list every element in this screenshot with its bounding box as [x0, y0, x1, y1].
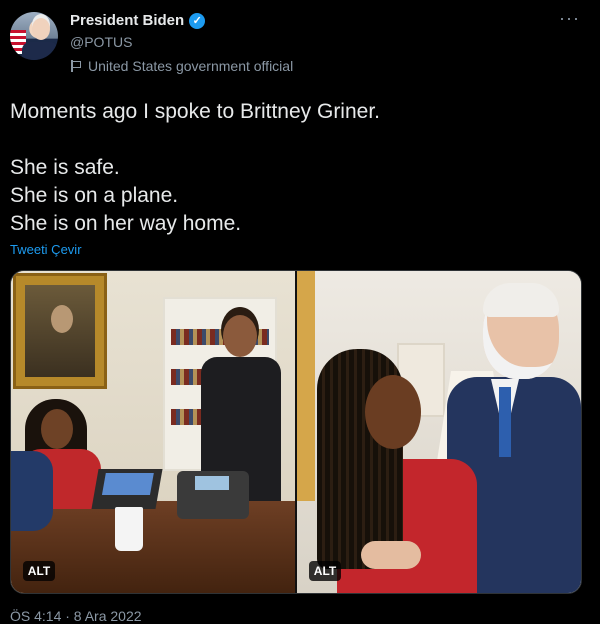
tweet-text-line-2: She is safe.	[10, 156, 120, 179]
photo-embrace[interactable]: ALT	[297, 271, 581, 593]
translate-tweet-link[interactable]: Tweeti Çevir	[10, 242, 82, 257]
author-avatar[interactable]	[10, 12, 58, 60]
tweet-text-line-1: Moments ago I spoke to Brittney Griner.	[10, 100, 381, 123]
alt-text-button-1[interactable]: ALT	[23, 561, 55, 581]
verified-badge-icon: ✓	[189, 12, 206, 29]
affiliation-label: United States government official	[70, 58, 293, 74]
photo-oval-office-phone-call[interactable]: ALT	[11, 271, 295, 593]
portrait-painting	[13, 273, 107, 389]
laptop	[91, 469, 163, 509]
media-grid: ALT ALT	[10, 270, 582, 594]
tweet-text-line-3: She is on a plane.	[10, 184, 179, 207]
more-options-icon[interactable]: ···	[559, 8, 580, 29]
desk-phone	[177, 471, 249, 519]
tweet-text-line-4: She is on her way home.	[10, 212, 242, 235]
author-name-row[interactable]: President Biden ✓	[70, 12, 206, 29]
flag-icon	[70, 60, 82, 72]
affiliation-text: United States government official	[88, 58, 294, 74]
avatar-face	[32, 18, 50, 40]
author-name[interactable]: President Biden	[70, 12, 184, 29]
avatar-suit	[22, 42, 58, 60]
paper-cup	[115, 507, 143, 551]
author-handle[interactable]: @POTUS	[70, 34, 132, 50]
alt-text-button-2[interactable]: ALT	[309, 561, 341, 581]
